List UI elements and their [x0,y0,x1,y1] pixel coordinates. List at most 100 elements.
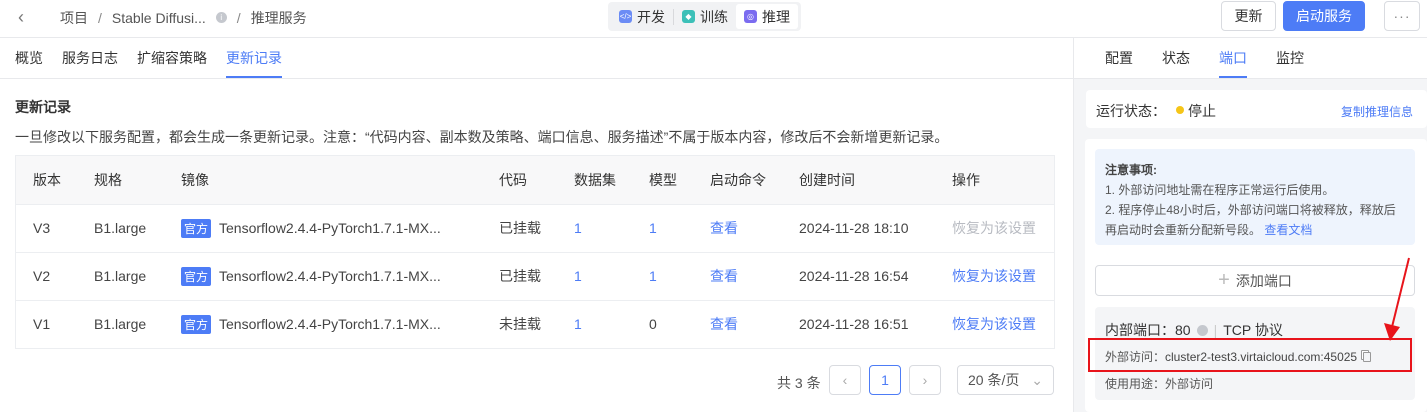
image: 官方 Tensorflow2.4.4-PyTorch1.7.1-MX... [164,203,482,252]
created-time: 2024-11-28 18:10 [782,203,935,252]
breadcrumb-project-name[interactable]: Stable Diffusi... [112,10,206,26]
created-time: 2024-11-28 16:51 [782,299,935,348]
image-name: Tensorflow2.4.4-PyTorch1.7.1-MX... [219,219,441,236]
internal-port-value: 80 [1175,322,1191,338]
status-dot [1176,106,1184,114]
version: V3 [16,203,77,252]
image: 官方 Tensorflow2.4.4-PyTorch1.7.1-MX... [164,251,482,300]
model-count[interactable]: 1 [632,251,693,300]
start-service-button[interactable]: 启动服务 [1283,1,1365,31]
view-docs-link[interactable]: 查看文档 [1264,223,1312,237]
col-created: 创建时间 [782,156,935,204]
spec: B1.large [77,251,164,300]
tab-update-records[interactable]: 更新记录 [226,38,282,78]
plus-icon: + [1218,269,1230,291]
table-row: V3 B1.large 官方 Tensorflow2.4.4-PyTorch1.7… [16,203,1054,252]
mode-inference[interactable]: ◎ 推理 [736,4,798,29]
usage-label: 使用用途： [1105,377,1166,391]
view-command-link[interactable]: 查看 [693,299,782,348]
col-image: 镜像 [164,156,482,204]
created-time: 2024-11-28 16:54 [782,251,935,300]
breadcrumb: ‹ 项目 / Stable Diffusi... i / 推理服务 [18,7,307,28]
copy-inference-info-link[interactable]: 复制推理信息 [1341,103,1413,120]
official-tag: 官方 [181,218,212,238]
official-tag: 官方 [181,314,212,334]
notice-item: 2. 程序停止48小时后，外部访问端口将被释放，释放后再启动时会重新分配新号段。 [1105,203,1396,237]
tab-overview[interactable]: 概览 [15,38,43,78]
code-status: 已挂载 [482,203,557,252]
code-status: 未挂载 [482,299,557,348]
mode-label: 开发 [637,8,665,25]
table-header: 版本 规格 镜像 代码 数据集 模型 启动命令 创建时间 操作 [16,156,1054,204]
version: V2 [16,251,77,300]
records-table: 版本 规格 镜像 代码 数据集 模型 启动命令 创建时间 操作 V3 B1.la… [15,155,1055,349]
next-page-button[interactable]: › [909,365,941,395]
table-row: V2 B1.large 官方 Tensorflow2.4.4-PyTorch1.7… [16,251,1054,300]
add-port-button[interactable]: + 添加端口 [1095,265,1415,296]
view-command-link[interactable]: 查看 [693,251,782,300]
tab-config[interactable]: 配置 [1105,38,1133,78]
col-code: 代码 [482,156,557,204]
restore-settings-link[interactable]: 恢复为该设置 [935,299,1054,348]
dataset-count-link[interactable]: 1 [557,203,632,252]
col-model: 模型 [632,156,693,204]
annotation-arrow [1384,257,1410,341]
status-value: 停止 [1188,103,1216,119]
official-tag: 官方 [181,266,212,286]
tab-logs[interactable]: 服务日志 [62,38,118,78]
mode-label: 推理 [762,8,790,25]
col-spec: 规格 [77,156,164,204]
notice-box: 注意事项: 1. 外部访问地址需在程序正常运行后使用。 2. 程序停止48小时后… [1095,149,1415,245]
chevron-left-icon[interactable]: ‹ [18,7,24,28]
version: V1 [16,299,77,348]
col-dataset: 数据集 [557,156,632,204]
port-usage: 使用用途：外部访问 [1105,375,1213,392]
image-name: Tensorflow2.4.4-PyTorch1.7.1-MX... [219,315,441,332]
usage-value: 外部访问 [1165,377,1214,391]
restore-settings-link: 恢复为该设置 [935,203,1054,252]
internal-port-label: 内部端口： [1105,322,1175,338]
dataset-count-link[interactable]: 1 [557,251,632,300]
page-1-button[interactable]: 1 [869,365,901,395]
section-description: 一旦修改以下服务配置，都会生成一条更新记录。注意：“代码内容、副本数及策略、端口… [15,129,949,145]
col-version: 版本 [16,156,77,204]
restore-settings-link[interactable]: 恢复为该设置 [935,251,1054,300]
main-tabs: 概览 服务日志 扩缩容策略 更新记录 [15,38,282,78]
info-icon[interactable]: i [215,12,227,23]
model-count: 0 [632,299,693,348]
more-button[interactable]: ··· [1384,1,1420,31]
notice-item: 1. 外部访问地址需在程序正常运行后使用。 [1105,183,1335,197]
prev-page-button[interactable]: ‹ [829,365,861,395]
image-name: Tensorflow2.4.4-PyTorch1.7.1-MX... [219,267,441,284]
protocol: TCP 协议 [1223,322,1283,338]
section-title: 更新记录 [15,99,71,115]
model-count[interactable]: 1 [632,203,693,252]
image: 官方 Tensorflow2.4.4-PyTorch1.7.1-MX... [164,299,482,348]
mode-train[interactable]: ◆ 训练 [674,4,736,29]
pagination-total: 共 3 条 [777,375,821,391]
annotation-highlight-box [1088,338,1412,372]
page-size-select[interactable]: 20 条/页 ⌄ [957,365,1054,395]
spec: B1.large [77,299,164,348]
breadcrumb-project[interactable]: 项目 [60,8,88,28]
tab-monitor[interactable]: 监控 [1276,38,1304,78]
info-icon[interactable] [1196,324,1208,336]
divider [0,78,1073,79]
tab-ports[interactable]: 端口 [1219,38,1247,78]
mode-switcher: </> 开发 ◆ 训练 ◎ 推理 [608,2,801,31]
tab-scaling[interactable]: 扩缩容策略 [137,38,207,78]
page-size-value: 20 条/页 [968,372,1020,388]
code-status: 已挂载 [482,251,557,300]
table-row: V1 B1.large 官方 Tensorflow2.4.4-PyTorch1.7… [16,299,1054,348]
notice-title: 注意事项: [1105,163,1157,177]
mode-label: 训练 [700,8,728,25]
tab-status[interactable]: 状态 [1162,38,1190,78]
inference-icon: ◎ [744,10,757,23]
mode-dev[interactable]: </> 开发 [611,4,673,29]
dataset-count-link[interactable]: 1 [557,299,632,348]
view-command-link[interactable]: 查看 [693,203,782,252]
spec: B1.large [77,203,164,252]
train-icon: ◆ [682,10,695,23]
update-button[interactable]: 更新 [1221,1,1276,31]
status-label: 运行状态： [1096,103,1166,119]
